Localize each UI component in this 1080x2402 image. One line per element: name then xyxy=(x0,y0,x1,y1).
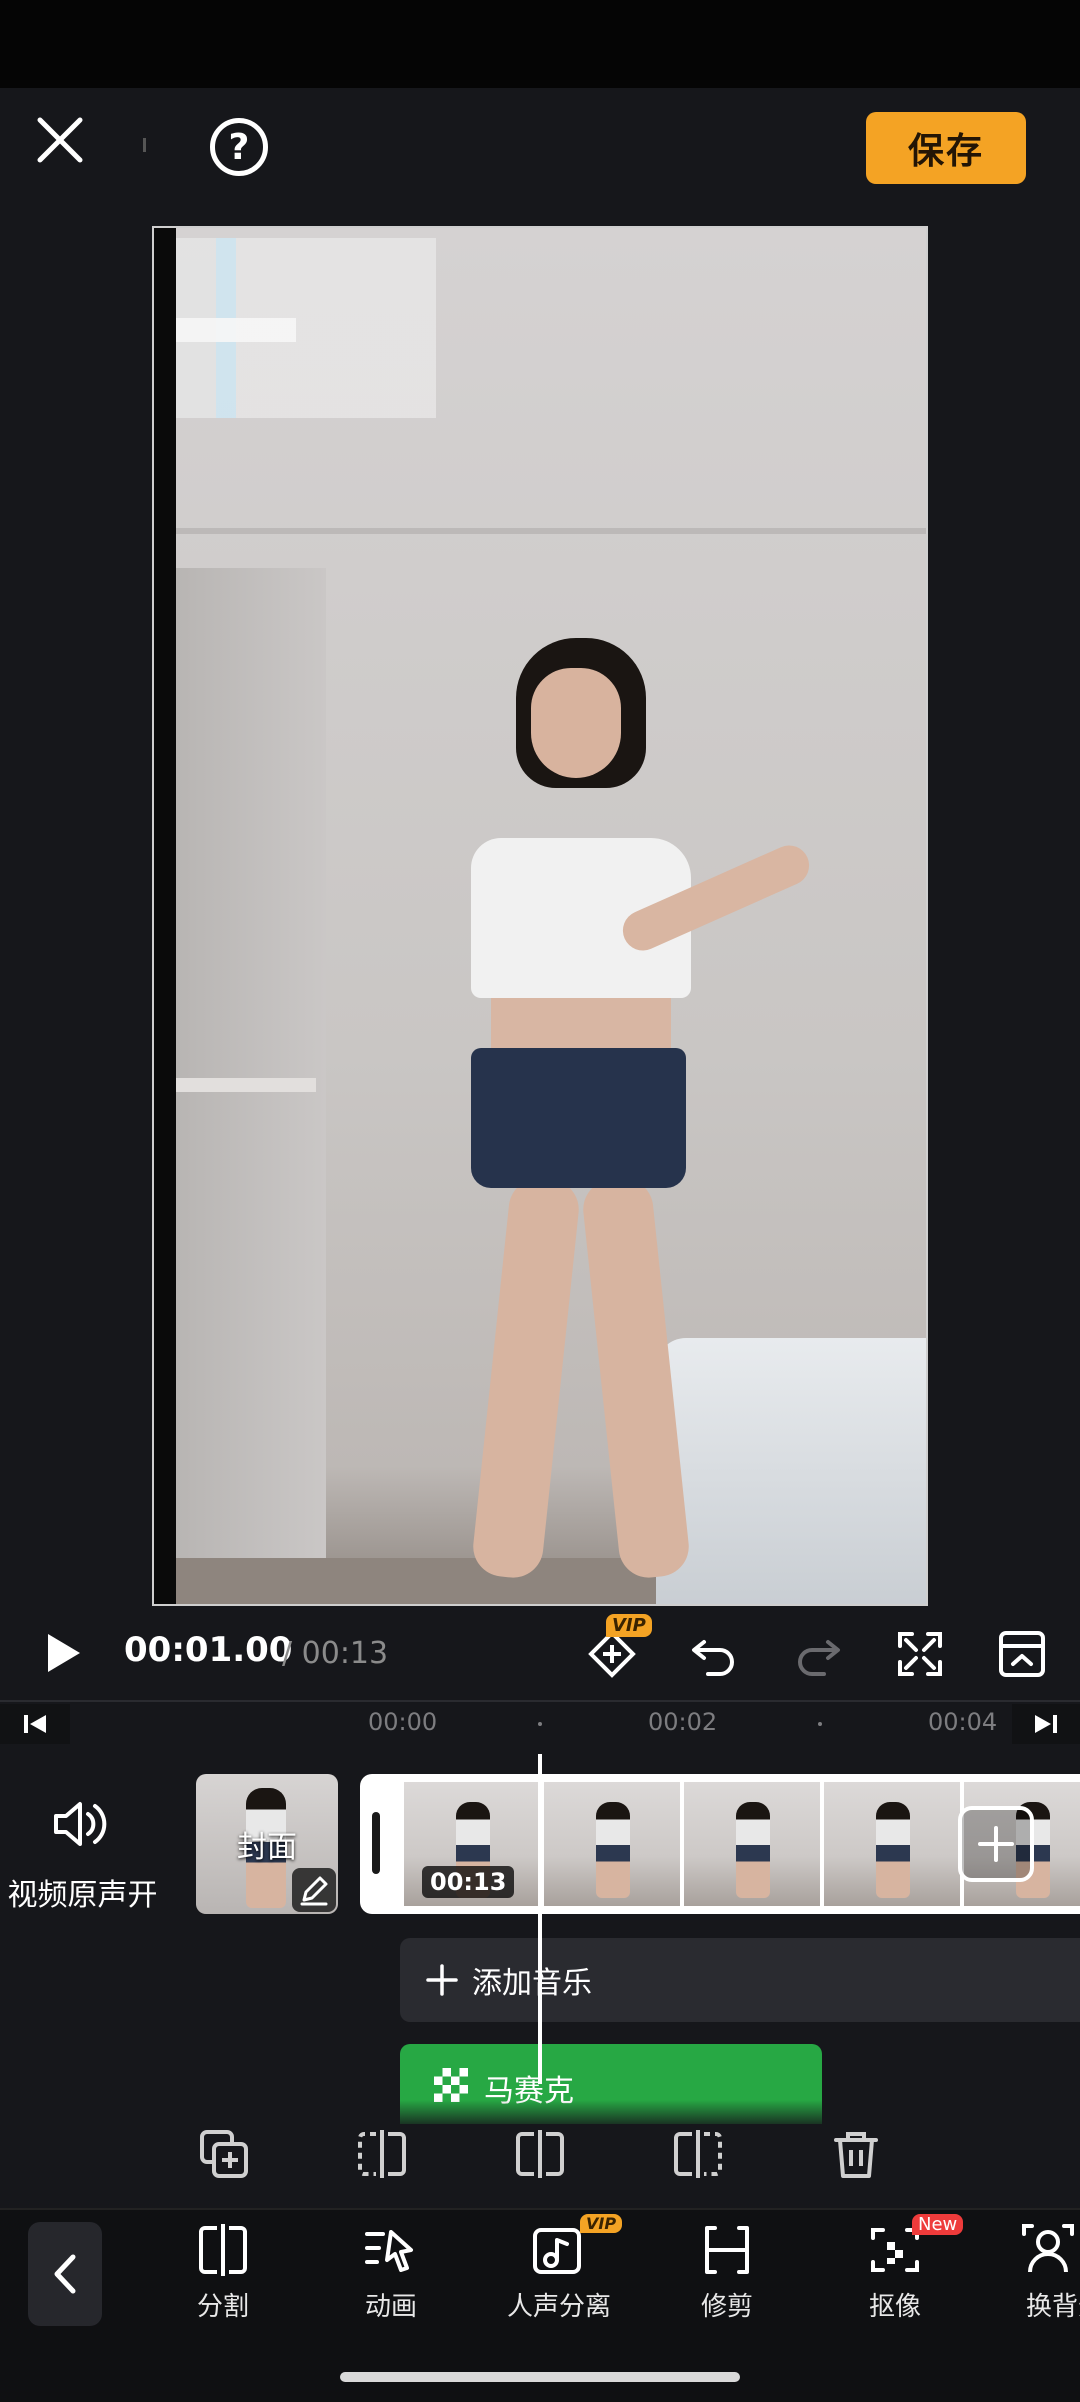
duplicate-icon xyxy=(200,2130,248,2178)
jump-start-icon xyxy=(24,1715,46,1733)
mosaic-icon xyxy=(434,2068,468,2102)
nav-animation[interactable]: 动画 xyxy=(316,2214,466,2324)
save-button[interactable]: 保存 xyxy=(866,112,1026,184)
nav-vocal-separation[interactable]: VIP 人声分离 xyxy=(484,2214,634,2324)
clip-trim-handle[interactable] xyxy=(372,1812,380,1874)
animation-icon xyxy=(365,2230,413,2272)
trash-icon xyxy=(834,2132,878,2178)
vip-badge: VIP xyxy=(580,2214,623,2233)
track-fade xyxy=(400,2100,822,2130)
play-button[interactable] xyxy=(38,1628,88,1678)
nav-label: 人声分离 xyxy=(506,2292,611,2322)
help-icon: ? xyxy=(228,126,250,168)
split-tool-icon xyxy=(516,2130,564,2178)
face xyxy=(531,668,621,778)
collapse-panel-icon xyxy=(999,1631,1045,1677)
close-button[interactable] xyxy=(30,110,90,170)
nav-label: 动画 xyxy=(364,2292,417,2322)
new-badge: New xyxy=(912,2214,964,2235)
original-audio-label: 视频原声开 xyxy=(7,1878,158,1913)
split-tool-button[interactable] xyxy=(510,2124,570,2184)
nav-label: 分割 xyxy=(196,2292,249,2322)
play-icon xyxy=(48,1634,80,1672)
nav-change-background[interactable]: 换背景 xyxy=(988,2214,1080,2324)
delete-button[interactable] xyxy=(826,2124,886,2184)
close-icon xyxy=(37,117,83,163)
nav-label: 抠像 xyxy=(868,2292,921,2322)
shelf xyxy=(176,1078,316,1092)
duplicate-button[interactable] xyxy=(194,2124,254,2184)
dancer-figure xyxy=(416,638,816,1598)
topbar-divider xyxy=(143,138,146,152)
redo-button[interactable] xyxy=(790,1626,846,1682)
pixelated-watermark-line xyxy=(176,318,296,342)
leg-left xyxy=(470,1175,582,1581)
fullscreen-button[interactable] xyxy=(892,1626,948,1682)
keyframe-vip-badge: VIP xyxy=(606,1614,652,1637)
split-icon xyxy=(199,2224,247,2276)
ruler-dot xyxy=(538,1722,542,1726)
help-button[interactable]: ? xyxy=(210,118,268,176)
video-frame xyxy=(176,228,926,1604)
chevron-left-icon xyxy=(54,2254,76,2294)
plus-icon xyxy=(978,1826,1014,1862)
collapse-panel-button[interactable] xyxy=(994,1626,1050,1682)
trim-left-icon xyxy=(358,2130,406,2178)
undo-icon xyxy=(692,1640,734,1676)
clip-duration: 00:13 xyxy=(422,1866,515,1898)
playhead[interactable] xyxy=(538,1754,542,2084)
redo-icon xyxy=(798,1640,840,1676)
cover-label: 封面 xyxy=(237,1830,297,1865)
nav-trim[interactable]: 修剪 xyxy=(652,2214,802,2324)
clip-frame xyxy=(544,1782,680,1906)
trim-left-button[interactable] xyxy=(352,2124,412,2184)
ruler-dot xyxy=(818,1722,822,1726)
undo-button[interactable] xyxy=(686,1626,742,1682)
home-indicator[interactable] xyxy=(340,2372,740,2382)
add-music-plus-icon xyxy=(426,1964,458,1996)
leg-right xyxy=(580,1175,692,1581)
current-time: 00:01.00 xyxy=(124,1630,293,1670)
ceiling-edge xyxy=(176,528,926,534)
ruler-tick: 00:04 xyxy=(928,1708,998,1736)
change-background-icon xyxy=(1022,2224,1074,2273)
trim-icon xyxy=(705,2226,749,2274)
speaker-icon xyxy=(54,1802,107,1846)
ruler-tick: 00:02 xyxy=(648,1708,718,1736)
jump-to-end-button[interactable] xyxy=(1012,1704,1080,1744)
cover-edit-button[interactable] xyxy=(292,1868,336,1912)
back-button[interactable] xyxy=(28,2222,102,2326)
trim-right-icon xyxy=(674,2130,722,2178)
add-music-label: 添加音乐 xyxy=(472,1966,592,2001)
ruler-tick: 00:00 xyxy=(368,1708,438,1736)
video-preview[interactable] xyxy=(152,226,928,1606)
fullscreen-icon xyxy=(898,1632,942,1676)
clip-frame xyxy=(684,1782,820,1906)
status-bar xyxy=(0,0,1080,88)
shorts xyxy=(471,1048,686,1188)
nav-label: 换背景 xyxy=(1026,2292,1080,2322)
nav-label: 修剪 xyxy=(700,2292,753,2322)
jump-end-icon xyxy=(1035,1715,1057,1733)
trim-right-button[interactable] xyxy=(668,2124,728,2184)
nav-cutout[interactable]: New 抠像 xyxy=(820,2214,970,2324)
edit-pen-icon xyxy=(300,1876,328,1906)
jump-to-start-button[interactable] xyxy=(0,1704,70,1744)
clip-frame xyxy=(824,1782,960,1906)
total-time: / 00:13 xyxy=(282,1636,389,1671)
add-clip-button[interactable] xyxy=(958,1806,1034,1882)
nav-split[interactable]: 分割 xyxy=(148,2214,298,2324)
